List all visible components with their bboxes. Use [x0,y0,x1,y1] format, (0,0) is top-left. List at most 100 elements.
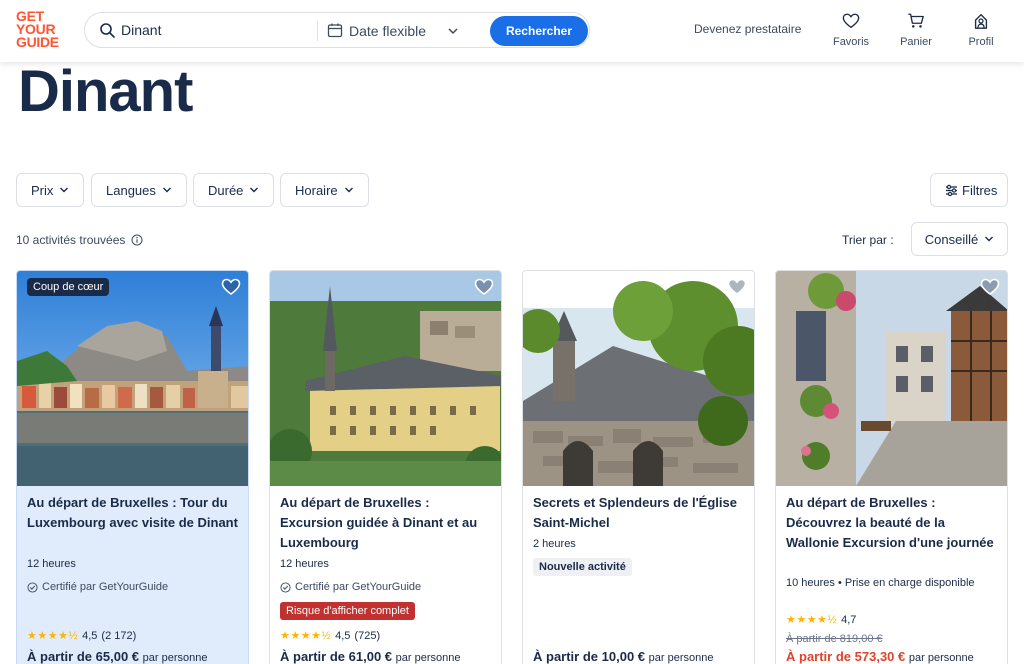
top-header: GET YOUR GUIDE Date flexible Rechercher … [0,0,1024,62]
filter-languages[interactable]: Langues [91,173,187,207]
filter-schedule[interactable]: Horaire [280,173,369,207]
certified-label: Certifié par GetYourGuide [27,581,168,593]
activity-title[interactable]: Secrets et Splendeurs de l'Église Saint-… [533,493,747,533]
search-bar: Date flexible Rechercher [84,12,590,48]
activity-price: À partir de 573,30 € par personne [786,649,974,664]
activity-image-saint-michel[interactable] [523,271,754,486]
all-filters-button[interactable]: Filtres [930,173,1008,207]
activity-price: À partir de 65,00 € par personne [27,649,207,664]
nav-cart-label: Panier [900,36,932,48]
sort-value: Conseillé [924,231,979,247]
nav-favorites-label: Favoris [832,36,870,48]
become-provider-link[interactable]: Devenez prestataire [694,22,801,36]
check-circle-icon [280,581,291,593]
activity-duration: 10 heures • Prise en charge disponible [786,577,975,589]
favorite-badge: Coup de cœur [27,278,110,296]
price-suffix: par personne [142,652,208,664]
sort-dropdown[interactable]: Conseillé [911,222,1008,256]
new-activity-badge: Nouvelle activité [533,558,632,576]
activity-image-dinant-citadel[interactable] [17,271,248,486]
cart-icon [908,13,924,28]
heart-icon [842,13,860,29]
filter-schedule-label: Horaire [295,182,338,198]
filter-duration-label: Durée [208,182,244,198]
price-value: 65,00 € [95,649,140,664]
price-value: 61,00 € [348,649,393,664]
profile-icon [974,14,988,29]
activity-rating: ★★★★½ 4,7 [786,613,857,627]
chevron-down-icon [162,187,171,193]
rating-value: 4,7 [841,613,857,626]
nav-cart[interactable]: Panier [886,12,946,48]
price-prefix: À partir de [280,649,346,664]
check-circle-icon [27,581,38,593]
info-icon[interactable] [131,234,143,246]
review-count: (725) [354,629,381,642]
star-rating-icon: ★★★★½ [280,630,332,642]
page-title: Dinant [18,59,193,124]
sellout-risk-badge: Risque d'afficher complet [280,602,415,620]
search-icon [100,23,115,38]
activity-card[interactable]: Au départ de Bruxelles : Découvrez la be… [775,270,1008,664]
activity-price: À partir de 10,00 € par personne [533,649,713,664]
heart-icon[interactable] [221,277,241,297]
filter-languages-label: Langues [106,182,156,198]
price-suffix: par personne [648,652,714,664]
nav-profile[interactable]: Profil [951,12,1011,48]
heart-icon[interactable] [474,277,494,297]
nav-favorites[interactable]: Favoris [821,12,881,48]
review-count: (2 172) [101,629,137,642]
filter-duration[interactable]: Durée [193,173,275,207]
price-suffix: par personne [395,652,461,664]
chevron-down-icon [985,236,994,242]
chevron-down-icon[interactable] [447,25,459,37]
activity-title[interactable]: Au départ de Bruxelles : Excursion guidé… [280,493,494,553]
price-suffix: par personne [908,652,974,664]
price-prefix: À partir de [533,649,599,664]
all-filters-label: Filtres [962,182,998,198]
filter-price[interactable]: Prix [16,173,85,207]
activity-card[interactable]: Secrets et Splendeurs de l'Église Saint-… [522,270,755,664]
search-input[interactable] [121,22,301,38]
activity-duration: 2 heures [533,538,576,550]
price-prefix: À partir de [27,649,93,664]
logo-line-3: GUIDE [16,34,59,50]
star-rating-icon: ★★★★½ [786,614,838,626]
chevron-down-icon [250,187,259,193]
activity-duration: 12 heures [280,558,329,570]
nav-profile-label: Profil [968,36,994,48]
certified-text: Certifié par GetYourGuide [42,581,169,593]
certified-label: Certifié par GetYourGuide [280,581,421,593]
activity-image-luxembourg[interactable] [270,271,501,486]
price-prefix: À partir de [786,649,852,664]
search-divider [317,21,318,41]
filter-price-label: Prix [31,182,54,198]
activity-price: À partir de 61,00 € par personne [280,649,460,664]
activity-duration: 12 heures [27,558,76,570]
activity-title[interactable]: Au départ de Bruxelles : Tour du Luxembo… [27,493,241,533]
getyourguide-logo[interactable]: GET YOUR GUIDE [16,9,64,50]
result-count: 10 activités trouvées [16,233,143,247]
calendar-icon [327,23,343,38]
result-count-text: 10 activités trouvées [16,233,126,247]
date-picker[interactable]: Date flexible [349,23,426,39]
rating-value: 4,5 [82,629,98,642]
chevron-down-icon [60,187,69,193]
price-value: 573,30 € [854,649,906,664]
activity-card[interactable]: Au départ de Bruxelles : Excursion guidé… [269,270,502,664]
rating-value: 4,5 [335,629,351,642]
heart-icon[interactable] [980,277,1000,297]
activity-image-wallonia[interactable] [776,271,1007,486]
sliders-icon [946,184,957,196]
activity-title[interactable]: Au départ de Bruxelles : Découvrez la be… [786,493,1000,553]
search-button[interactable]: Rechercher [490,16,588,46]
sort-label: Trier par : [842,233,894,247]
activity-rating: ★★★★½ 4,5 (725) [280,629,381,643]
certified-text: Certifié par GetYourGuide [295,581,422,593]
chevron-down-icon [344,187,353,193]
price-value: 10,00 € [601,649,646,664]
star-rating-icon: ★★★★½ [27,630,79,642]
activity-card[interactable]: Coup de cœur Au départ de Bruxelles : To… [16,270,249,664]
original-price: À partir de 819,00 € [786,633,883,645]
heart-icon[interactable] [727,277,747,297]
